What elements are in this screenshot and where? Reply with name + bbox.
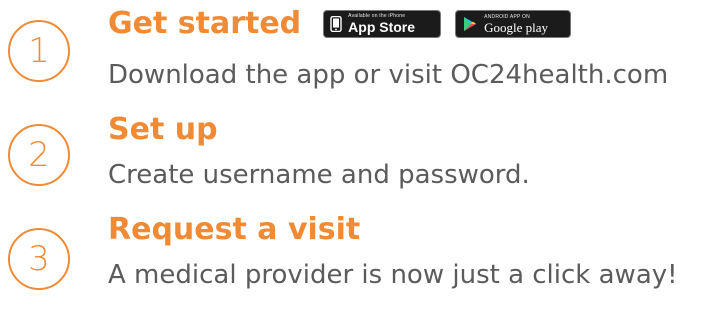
play-triangle-icon [462,16,478,32]
step-content: Get started Available on the iPhone App … [108,2,707,92]
store-badges: Available on the iPhone App Store ANDROI… [323,10,572,38]
app-store-badge[interactable]: Available on the iPhone App Store [323,10,442,38]
step-description: Download the app or visit OC24health.com [108,60,669,90]
step-number-circle: 3 [8,228,70,290]
app-store-badge-text: Available on the iPhone App Store [348,14,416,35]
phone-icon [330,16,342,32]
google-play-badge-label: Google play [484,19,549,35]
app-store-badge-label: App Store [348,19,416,35]
step-description: A medical provider is now just a click a… [108,260,678,290]
step-title-row: Set up [108,108,707,152]
step-title: Get started [108,6,302,41]
step-title: Set up [108,112,218,147]
step-title-row: Request a visit [108,208,707,252]
step-number-circle: 1 [8,20,70,82]
google-play-badge-caption: ANDROID APP ON [484,13,530,20]
step-number-circle: 2 [8,124,70,186]
google-play-badge-text: ANDROID APP ON Google play [484,13,549,35]
step-content: Set up Create username and password. [108,108,707,192]
step-description: Create username and password. [108,160,530,190]
step-content: Request a visit A medical provider is no… [108,208,707,292]
step-title-row: Get started Available on the iPhone App … [108,2,707,46]
google-play-badge[interactable]: ANDROID APP ON Google play [455,10,572,38]
step-title: Request a visit [108,212,361,247]
